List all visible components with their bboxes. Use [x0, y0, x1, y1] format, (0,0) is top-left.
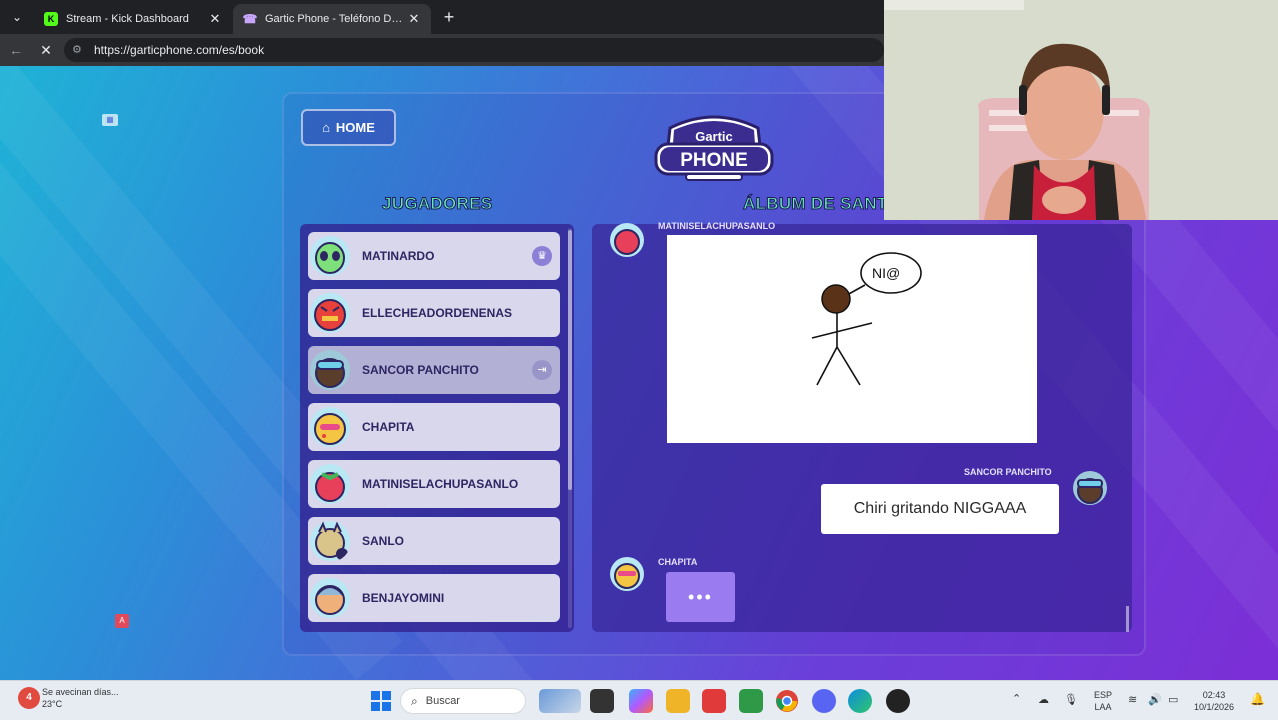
message-author: CHAPITA: [658, 557, 698, 567]
chrome-icon[interactable]: [775, 689, 799, 713]
gartic-phone-logo: Gartic PHONE: [654, 115, 774, 181]
strawberry-avatar-icon: [310, 464, 350, 504]
clock-date: 10/1/2026: [1194, 702, 1235, 712]
webcam-overlay: [884, 0, 1278, 220]
logo-line2: PHONE: [680, 150, 748, 171]
player-row[interactable]: MATINARDO ♛: [308, 232, 560, 280]
url-text: https://garticphone.com/es/book: [94, 43, 265, 57]
keyboard-layout: LAA: [1094, 702, 1112, 712]
browser-tab-gartic[interactable]: ☎ Gartic Phone - Teléfono Descompuesto ✕: [233, 4, 431, 34]
boy-avatar-icon: [310, 578, 350, 618]
player-row[interactable]: ELLECHEADORDENENAS: [308, 289, 560, 337]
webcam-person-image: [884, 0, 1278, 220]
volume-icon[interactable]: 🔊: [1148, 694, 1162, 706]
player-name: MATINARDO: [362, 249, 435, 263]
pizza-avatar-icon: [610, 557, 644, 591]
kick-icon: K: [44, 12, 58, 26]
weather-widget[interactable]: 4 Se avecinan días... 23°C: [18, 686, 119, 710]
windows-start-icon[interactable]: [369, 689, 393, 713]
tab-close-icon[interactable]: ✕: [407, 11, 421, 27]
new-tab-button[interactable]: +: [438, 6, 460, 28]
tab-close-icon[interactable]: ✕: [208, 11, 222, 27]
player-name: ELLECHEADORDENENAS: [362, 306, 513, 320]
search-icon: ⌕: [411, 693, 418, 708]
notifications-icon[interactable]: 🔔: [1250, 693, 1265, 705]
browser-tab-kick[interactable]: K Stream - Kick Dashboard ✕: [34, 4, 232, 34]
player-row[interactable]: CHAPITA: [308, 403, 560, 451]
file-explorer-icon[interactable]: [666, 689, 690, 713]
pizza-avatar-icon: [310, 407, 350, 447]
exit-icon[interactable]: ⇥: [532, 360, 552, 380]
weather-text: Se avecinan días...: [42, 687, 119, 697]
tray-chevron-icon[interactable]: ⌃: [1012, 693, 1021, 705]
language-indicator[interactable]: ESP LAA: [1094, 689, 1112, 713]
tab-title: Gartic Phone - Teléfono Descompuesto: [265, 13, 407, 25]
album-scrollbar[interactable]: [1126, 606, 1129, 632]
weather-alert-icon: 4: [18, 687, 40, 709]
search-placeholder: Buscar: [425, 695, 460, 707]
site-info-icon[interactable]: ⚙: [72, 43, 86, 57]
player-name: BENJAYOMINI: [362, 591, 445, 605]
home-label: HOME: [335, 120, 375, 135]
discord-icon[interactable]: [812, 689, 836, 713]
logo-line1: Gartic: [695, 129, 733, 144]
player-row[interactable]: SANCOR PANCHITO ⇥: [308, 346, 560, 394]
weather-temp: 23°C: [42, 699, 63, 709]
gartic-icon: ☎: [242, 12, 258, 26]
goggles-avatar-icon: [1073, 471, 1107, 505]
player-name: CHAPITA: [362, 420, 415, 434]
windows-taskbar: 4 Se avecinan días... 23°C ⌕ Buscar ⌃ ☁ …: [0, 680, 1278, 720]
home-icon: ⌂: [322, 120, 330, 135]
tomato-monster-avatar-icon: [310, 293, 350, 333]
task-view-icon[interactable]: [590, 689, 614, 713]
copilot-icon[interactable]: [629, 689, 653, 713]
onedrive-icon[interactable]: ☁: [1038, 694, 1049, 706]
players-list: MATINARDO ♛ ELLECHEADORDENENAS SANCOR PA…: [300, 224, 574, 632]
player-name: SANCOR PANCHITO: [362, 363, 479, 377]
clock-time: 02:43: [1202, 690, 1226, 700]
cat-avatar-icon: [310, 521, 350, 561]
player-name: SANLO: [362, 534, 404, 548]
battery-icon[interactable]: ▭: [1168, 694, 1178, 706]
stop-loading-icon[interactable]: ✕: [36, 40, 56, 60]
search-highlight-icon[interactable]: [539, 689, 581, 713]
microphone-icon[interactable]: 🎙: [1064, 694, 1078, 706]
clock[interactable]: 02:43 10/1/2026: [1194, 689, 1234, 713]
drawing-text: NI@: [872, 265, 900, 281]
players-title: JUGADORES: [381, 194, 493, 214]
language-code: ESP: [1094, 690, 1113, 700]
address-bar[interactable]: ⚙ https://garticphone.com/es/book: [64, 38, 884, 62]
player-row[interactable]: SANLO: [308, 517, 560, 565]
player-row[interactable]: MATINISELACHUPASANLO: [308, 460, 560, 508]
edge-icon[interactable]: [848, 689, 872, 713]
players-scroll-thumb[interactable]: [568, 230, 572, 490]
message-text-bubble: Chiri gritando NIGGAAA: [821, 484, 1059, 534]
player-name: MATINISELACHUPASANLO: [362, 477, 519, 491]
strawberry-avatar-icon: [610, 223, 644, 257]
back-arrow-icon[interactable]: ←: [6, 40, 26, 60]
overlay-widget-icon: ▦: [102, 114, 118, 126]
tab-title: Stream - Kick Dashboard: [66, 13, 189, 25]
store-icon[interactable]: [702, 689, 726, 713]
player-row[interactable]: BENJAYOMINI: [308, 574, 560, 622]
taskbar-search-input[interactable]: ⌕ Buscar: [400, 688, 526, 714]
alien-avatar-icon: [310, 236, 350, 276]
app-icon[interactable]: [739, 689, 763, 713]
message-author: SANCOR PANCHITO: [964, 467, 1052, 477]
home-button[interactable]: ⌂ HOME: [301, 109, 396, 146]
goggles-avatar-icon: [310, 350, 350, 390]
player-drawing: NI@: [667, 235, 1037, 443]
overlay-badge-icon: A: [115, 614, 129, 628]
tab-search-chevron-icon[interactable]: ⌄: [6, 7, 28, 27]
app-record-icon[interactable]: [886, 689, 910, 713]
album-title: ÁLBUM DE SANT: [743, 194, 888, 214]
message-author: MATINISELACHUPASANLO: [658, 221, 776, 231]
crown-icon: ♛: [532, 246, 552, 266]
typing-indicator: •••: [666, 572, 735, 622]
wifi-icon[interactable]: ≋: [1128, 694, 1137, 706]
